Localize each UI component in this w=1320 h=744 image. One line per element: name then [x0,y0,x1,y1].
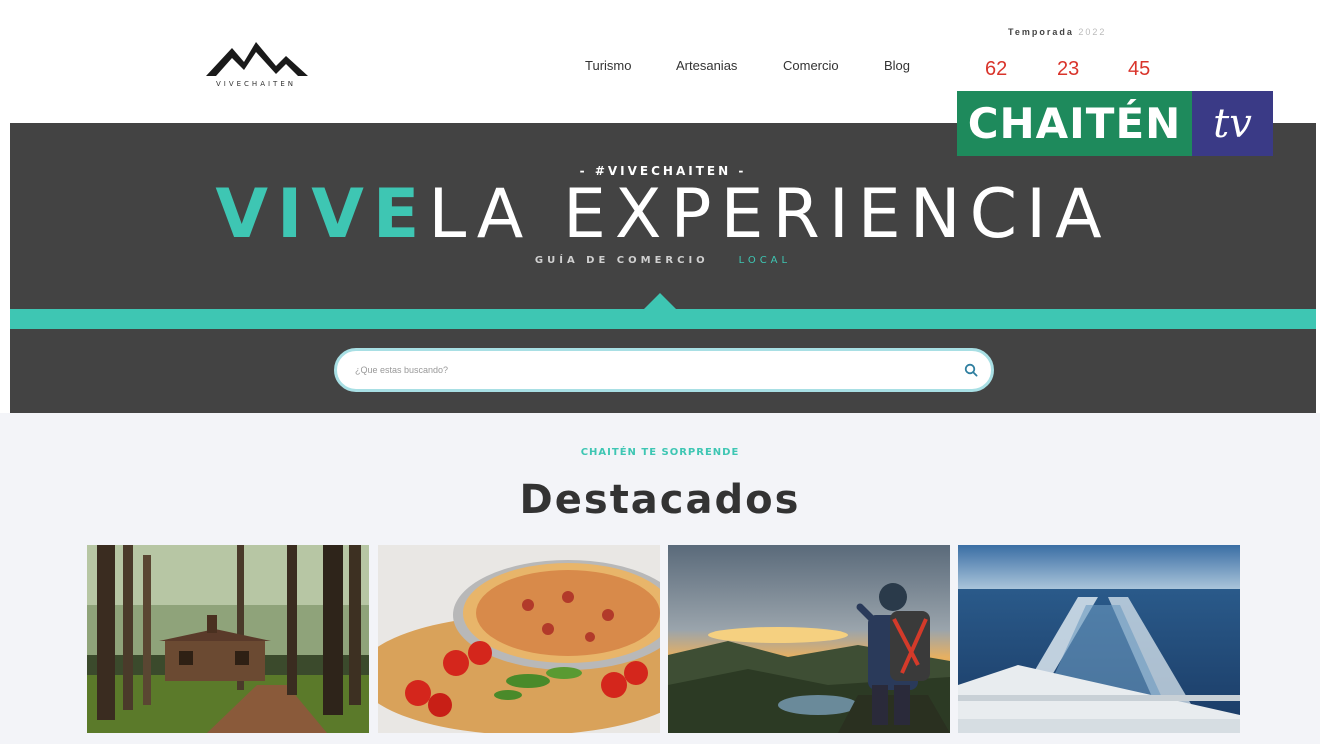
hero-subline: GUÍA DE COMERCIO LOCAL [10,255,1316,266]
nav-item-comercio[interactable]: Comercio [783,58,839,73]
featured-card-1[interactable] [87,545,369,733]
search-input[interactable] [337,351,951,389]
logo-text: VIVECHAITEN [215,80,296,88]
pizza-image [378,545,660,733]
featured-card-2[interactable] [378,545,660,733]
headline-rest: LA EXPERIENCIA [428,175,1111,254]
featured-card-4[interactable] [958,545,1240,733]
nav-item-turismo[interactable]: Turismo [585,58,631,73]
forest-cabin-image [87,545,369,733]
badge-suffix: tv [1192,91,1273,156]
badge-brand: CHAITÉN [957,91,1192,156]
season-title: Temporada [1008,27,1074,37]
hero-divider [10,309,1316,329]
featured-section: CHAITÉN TE SORPRENDE Destacados [0,413,1320,744]
hero-banner: - #VIVECHAITEN - VIVELA EXPERIENCIA GUÍA… [10,123,1316,413]
boat-wake-image [958,545,1240,733]
featured-title: Destacados [519,477,801,523]
featured-card-3[interactable] [668,545,950,733]
subline-accent: LOCAL [738,255,792,266]
hiker-sunset-image [668,545,950,733]
nav-item-blog[interactable]: Blog [884,58,910,73]
headline-accent: VIVE [215,175,429,254]
countdown-value-3: 45 [1128,58,1151,80]
season-year: 2022 [1078,27,1107,37]
chaiten-tv-badge[interactable]: CHAITÉN tv [957,91,1273,156]
season-label: Temporada 2022 [1008,27,1106,37]
subline-main: GUÍA DE COMERCIO [534,255,709,266]
site-logo[interactable]: VIVECHAITEN [200,36,312,96]
nav-item-artesanias[interactable]: Artesanias [676,58,737,73]
countdown-value-1: 62 [985,58,1008,80]
hero-headline: VIVELA EXPERIENCIA [10,175,1316,254]
mountain-logo-icon [206,42,308,76]
featured-eyebrow: CHAITÉN TE SORPRENDE [580,447,740,458]
countdown-value-2: 23 [1057,58,1080,80]
hero-pointer [643,293,677,310]
search-bar [334,348,994,392]
search-icon[interactable] [951,351,991,389]
